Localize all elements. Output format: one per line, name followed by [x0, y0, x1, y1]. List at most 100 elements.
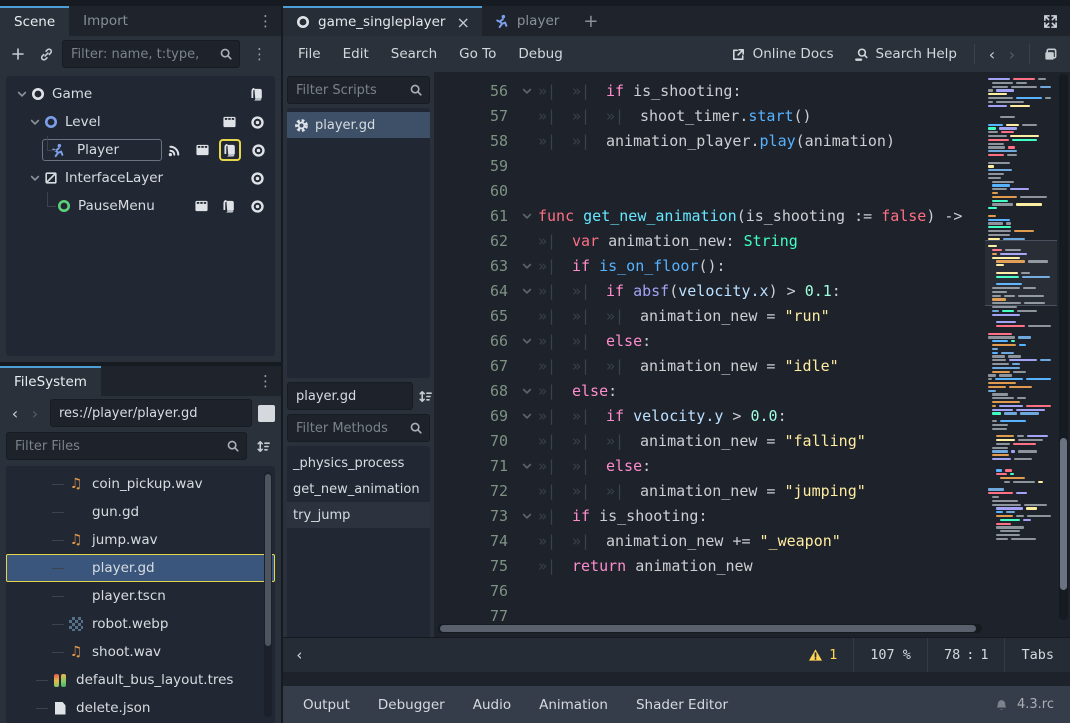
scene-tree-row-game[interactable]: Game: [6, 80, 275, 108]
current-script-field[interactable]: [287, 382, 413, 410]
search-icon[interactable]: [225, 438, 241, 454]
code-line-65[interactable]: 65»|»|»|animation_new = "run": [434, 303, 1070, 328]
visibility-icon[interactable]: [246, 138, 270, 162]
search-icon[interactable]: [408, 420, 424, 436]
script-back-button[interactable]: ‹: [983, 45, 1001, 64]
editable-children-icon[interactable]: [189, 194, 213, 218]
code-line-57[interactable]: 57»|»|»|shoot_timer.start(): [434, 103, 1070, 128]
script-icon[interactable]: [217, 194, 241, 218]
file-sort-button[interactable]: [251, 434, 275, 458]
code-line-68[interactable]: 68»|else:: [434, 378, 1070, 403]
vertical-scrollbar[interactable]: [1059, 74, 1068, 620]
horizontal-scrollbar[interactable]: [438, 624, 982, 633]
zoom-indicator[interactable]: 107 %: [854, 638, 927, 672]
code-line-56[interactable]: 56»|»|if is_shooting:: [434, 78, 1070, 103]
history-forward-button[interactable]: ›: [26, 404, 44, 423]
scene-tab-game_singleplayer[interactable]: game_singleplayer×: [283, 6, 482, 36]
instance-scene-button[interactable]: [34, 42, 58, 66]
file-row-jump.wav[interactable]: ♫jump.wav: [6, 526, 275, 554]
add-node-button[interactable]: [6, 42, 30, 66]
fold-arrow-icon[interactable]: [516, 510, 538, 522]
file-row-default_bus_layout.tres[interactable]: default_bus_layout.tres: [6, 666, 275, 694]
scene-tree-row-player[interactable]: Player: [6, 136, 275, 164]
tab-import[interactable]: Import: [69, 6, 142, 36]
chevron-down-icon[interactable]: [27, 116, 43, 128]
fold-arrow-icon[interactable]: [516, 210, 538, 222]
indent-mode[interactable]: Tabs: [1005, 638, 1070, 672]
code-line-73[interactable]: 73»|if is_shooting:: [434, 503, 1070, 528]
make-floating-button[interactable]: [1038, 42, 1062, 66]
bell-icon[interactable]: [994, 697, 1010, 713]
minimap-viewport[interactable]: [985, 240, 1057, 306]
bottom-panel-animation[interactable]: Animation: [525, 697, 622, 713]
bottom-panel-debugger[interactable]: Debugger: [364, 697, 459, 713]
script-item-player.gd[interactable]: player.gd: [287, 112, 430, 138]
file-row-player.gd[interactable]: player.gd: [6, 554, 275, 582]
scene-tree-row-interfacelayer[interactable]: InterfaceLayer: [6, 164, 275, 192]
file-filter-input[interactable]: [6, 432, 247, 460]
file-row-coin_pickup.wav[interactable]: ♫coin_pickup.wav: [6, 470, 275, 498]
filesystem-menu-icon[interactable]: ⋮: [250, 366, 281, 396]
code-line-66[interactable]: 66»|»|else:: [434, 328, 1070, 353]
code-line-69[interactable]: 69»|»|if velocity.y > 0.0:: [434, 403, 1070, 428]
online-docs-button[interactable]: Online Docs: [722, 46, 843, 62]
code-editor[interactable]: 56»|»|if is_shooting:57»|»|»|shoot_timer…: [434, 72, 1070, 638]
scene-dock-menu-icon[interactable]: ⋮: [250, 6, 281, 36]
method-item-get_new_animation[interactable]: get_new_animation: [287, 476, 430, 502]
script-icon[interactable]: [245, 82, 269, 106]
file-tree-scrollbar[interactable]: [264, 472, 272, 717]
visibility-icon[interactable]: [245, 194, 269, 218]
code-line-72[interactable]: 72»|»|»|animation_new = "jumping": [434, 478, 1070, 503]
code-line-63[interactable]: 63»|if is_on_floor():: [434, 253, 1070, 278]
editable-children-icon[interactable]: [190, 138, 214, 162]
menu-debug[interactable]: Debug: [507, 46, 573, 62]
fold-arrow-icon[interactable]: [516, 410, 538, 422]
history-back-button[interactable]: ‹: [6, 404, 24, 423]
scene-tree-row-level[interactable]: Level: [6, 108, 275, 136]
menu-edit[interactable]: Edit: [332, 46, 380, 62]
visibility-icon[interactable]: [245, 166, 269, 190]
bottom-panel-audio[interactable]: Audio: [459, 697, 525, 713]
code-line-75[interactable]: 75»|return animation_new: [434, 553, 1070, 578]
code-line-60[interactable]: 60: [434, 178, 1070, 203]
attached-script-icon[interactable]: [218, 138, 242, 162]
resource-path-input[interactable]: [50, 399, 252, 427]
code-line-76[interactable]: 76: [434, 578, 1070, 603]
code-minimap[interactable]: [985, 72, 1057, 622]
distraction-free-button[interactable]: [1030, 6, 1070, 36]
tab-filesystem[interactable]: FileSystem: [0, 366, 101, 396]
fold-arrow-icon[interactable]: [516, 385, 538, 397]
method-sort-button[interactable]: [417, 384, 433, 408]
file-row-gun.gd[interactable]: gun.gd: [6, 498, 275, 526]
file-row-delete.json[interactable]: delete.json: [6, 694, 275, 722]
code-line-58[interactable]: 58»|»|animation_player.play(animation): [434, 128, 1070, 153]
search-icon[interactable]: [218, 46, 234, 62]
signal-icon[interactable]: [162, 138, 186, 162]
code-line-62[interactable]: 62»|var animation_new: String: [434, 228, 1070, 253]
visibility-icon[interactable]: [245, 110, 269, 134]
code-line-59[interactable]: 59: [434, 153, 1070, 178]
code-line-71[interactable]: 71»|»|else:: [434, 453, 1070, 478]
menu-go-to[interactable]: Go To: [448, 46, 507, 62]
scene-tree-row-pausemenu[interactable]: PauseMenu: [6, 192, 275, 220]
version-label[interactable]: 4.3.rc: [1017, 697, 1054, 712]
chevron-down-icon[interactable]: [14, 88, 30, 100]
menu-file[interactable]: File: [287, 46, 332, 62]
new-scene-tab-button[interactable]: +: [571, 6, 610, 36]
method-item-_physics_process[interactable]: _physics_process: [287, 450, 430, 476]
fold-arrow-icon[interactable]: [516, 460, 538, 472]
bottom-panel-output[interactable]: Output: [289, 697, 364, 713]
fold-arrow-icon[interactable]: [516, 335, 538, 347]
code-line-64[interactable]: 64»|»|if absf(velocity.x) > 0.1:: [434, 278, 1070, 303]
tab-scene[interactable]: Scene: [0, 6, 69, 36]
warnings-indicator[interactable]: 1: [791, 638, 853, 672]
scene-filter-input[interactable]: [62, 40, 240, 68]
close-icon[interactable]: ×: [456, 13, 469, 32]
toggle-split-mode-button[interactable]: [258, 405, 275, 422]
menu-search[interactable]: Search: [380, 46, 448, 62]
fold-arrow-icon[interactable]: [516, 285, 538, 297]
file-row-shoot.wav[interactable]: ♫shoot.wav: [6, 638, 275, 666]
bottom-panel-shader-editor[interactable]: Shader Editor: [622, 697, 742, 713]
fold-arrow-icon[interactable]: [516, 260, 538, 272]
file-row-player.tscn[interactable]: player.tscn: [6, 582, 275, 610]
